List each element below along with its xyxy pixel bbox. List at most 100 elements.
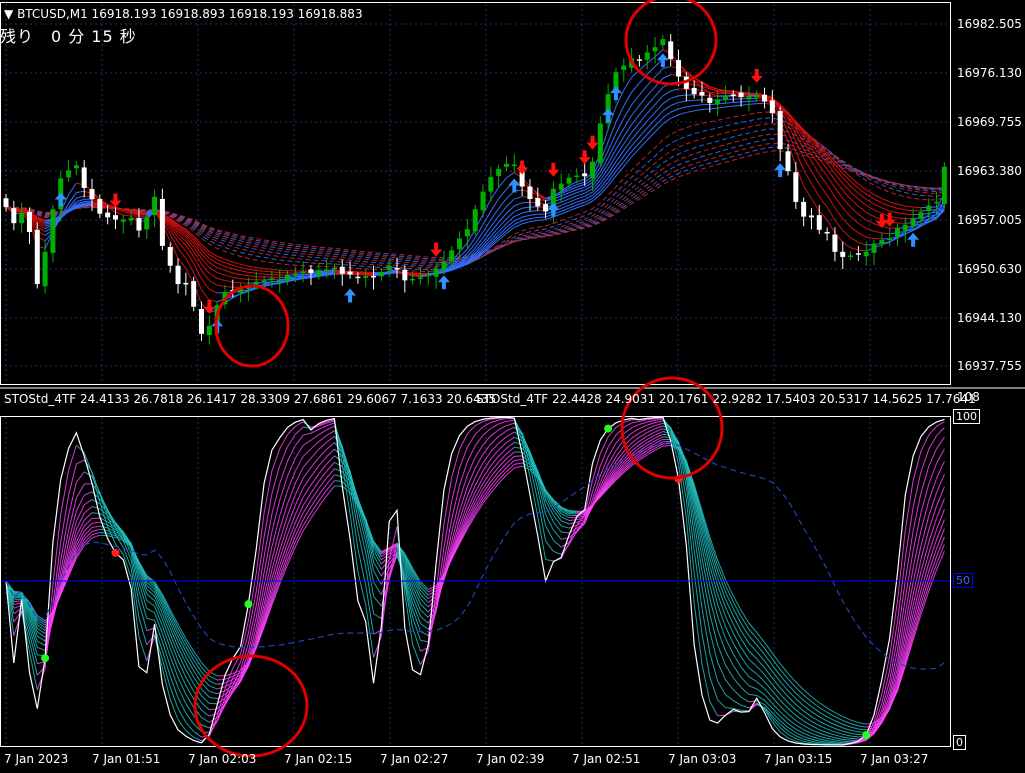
buy-arrow-icon <box>344 288 357 303</box>
candle-body <box>183 282 189 285</box>
fast-ribbon-segment <box>623 104 633 119</box>
stochastic-ribbon-segment <box>756 688 765 696</box>
fast-ribbon-segment <box>834 168 844 179</box>
stochastic-ribbon-segment <box>474 420 484 427</box>
stochastic-ribbon-segment <box>302 499 312 514</box>
stochastic-ribbon-segment <box>724 598 734 617</box>
stochastic-ribbon-segment <box>803 715 812 722</box>
indicator-header-right: STOStd_4TF 22.4428 24.9031 20.1761 22.92… <box>476 392 976 406</box>
fast-ribbon-segment <box>561 198 570 203</box>
candle-body <box>511 164 517 167</box>
fast-ribbon-segment <box>928 211 937 214</box>
fast-ribbon-segment <box>232 261 241 265</box>
fast-ribbon-segment <box>826 194 836 209</box>
fast-ribbon-segment <box>803 185 812 199</box>
fast-ribbon-segment <box>615 161 625 172</box>
stochastic-ribbon-segment <box>68 482 77 516</box>
fast-ribbon-segment <box>842 207 851 217</box>
candle-body <box>261 280 267 282</box>
stochastic-ribbon-segment <box>842 736 851 739</box>
stochastic-ribbon-segment <box>420 623 429 630</box>
stochastic-ribbon-segment <box>920 585 930 611</box>
fast-ribbon-segment <box>905 205 914 208</box>
fast-ribbon-segment <box>811 136 820 146</box>
stochastic-ribbon-segment <box>654 418 663 421</box>
stochastic-ribbon-segment <box>146 607 155 614</box>
stochastic-ribbon-segment <box>834 724 843 729</box>
candle-body <box>136 218 142 231</box>
collapse-triangle-icon[interactable]: ▼ <box>4 7 13 21</box>
stochastic-ribbon-segment <box>803 725 812 731</box>
fast-ribbon-segment <box>623 92 633 107</box>
stochastic-ribbon-segment <box>209 696 218 700</box>
candle-body <box>863 251 869 257</box>
stochastic-ribbon-segment <box>819 742 828 745</box>
stochastic-ribbon-segment <box>498 425 507 431</box>
stochastic-ribbon-segment <box>928 448 938 467</box>
stochastic-ribbon-segment <box>748 667 758 675</box>
stochastic-ribbon-segment <box>811 732 820 737</box>
stochastic-ribbon-segment <box>819 729 828 734</box>
fast-ribbon-segment <box>576 198 585 203</box>
fast-ribbon-segment <box>576 195 585 200</box>
stochastic-ribbon-segment <box>169 656 179 678</box>
buy-arrow-icon <box>907 232 920 247</box>
fast-ribbon-segment <box>905 209 914 212</box>
fast-ribbon-segment <box>748 100 757 102</box>
stochastic-ribbon-segment <box>912 590 922 622</box>
fast-ribbon-segment <box>858 213 867 221</box>
fast-ribbon-segment <box>256 269 265 272</box>
stochastic-ribbon-segment <box>201 662 210 672</box>
stochastic-ribbon-segment <box>561 531 570 534</box>
stochastic-ribbon-segment <box>779 720 789 728</box>
fast-ribbon-segment <box>678 100 687 103</box>
stochastic-ribbon-segment <box>795 714 804 722</box>
price-label: 16976.130 <box>957 66 1022 80</box>
fast-ribbon-segment <box>506 198 515 207</box>
stochastic-ribbon-segment <box>318 495 328 507</box>
stochastic-ribbon-segment <box>552 515 562 527</box>
candle-body <box>527 186 533 199</box>
candle-body <box>824 231 830 234</box>
highlight-circle <box>214 284 290 368</box>
fast-ribbon-segment <box>514 223 523 228</box>
candle-body <box>410 278 416 281</box>
stochastic-ribbon-segment <box>709 613 719 645</box>
stochastic-ribbon-segment <box>936 436 945 449</box>
stochastic-ribbon-segment <box>615 445 625 458</box>
fast-ribbon-segment <box>631 82 640 93</box>
stochastic-ribbon-segment <box>811 738 820 742</box>
stochastic-ribbon-segment <box>827 743 835 745</box>
fast-ribbon-segment <box>271 271 280 274</box>
fast-ribbon-segment <box>623 77 633 91</box>
stochastic-ribbon-segment <box>209 685 218 690</box>
fast-ribbon-segment <box>568 192 578 197</box>
trading-chart[interactable] <box>0 0 1025 773</box>
stochastic-ribbon-segment <box>803 729 812 734</box>
stochastic-ribbon-segment <box>724 650 734 666</box>
stochastic-ribbon-segment <box>904 507 914 559</box>
stochastic-ribbon-segment <box>724 606 734 625</box>
fast-ribbon-segment <box>834 219 844 231</box>
fast-ribbon-segment <box>498 223 507 232</box>
fast-ribbon-segment <box>670 95 679 99</box>
stochastic-ribbon-segment <box>506 460 515 468</box>
candle-body <box>652 47 658 52</box>
stochastic-ribbon-segment <box>373 596 382 607</box>
fast-ribbon-segment <box>897 212 906 215</box>
stochastic-ribbon-segment <box>318 435 327 442</box>
stochastic-ribbon-segment <box>169 676 179 698</box>
candle-body <box>832 234 838 252</box>
stochastic-ribbon-segment <box>201 724 210 729</box>
fast-ribbon-segment <box>631 114 640 125</box>
stochastic-ribbon-segment <box>310 441 320 450</box>
candle-body <box>793 172 799 202</box>
stochastic-indicator <box>0 416 952 746</box>
stochastic-ribbon-segment <box>654 445 664 451</box>
stochastic-ribbon-segment <box>177 719 187 731</box>
stochastic-ribbon-segment <box>310 500 320 514</box>
fast-ribbon-segment <box>725 101 734 104</box>
stochastic-ribbon-segment <box>827 740 835 743</box>
stochastic-ribbon-segment <box>294 434 304 446</box>
fast-ribbon-segment <box>224 280 233 283</box>
